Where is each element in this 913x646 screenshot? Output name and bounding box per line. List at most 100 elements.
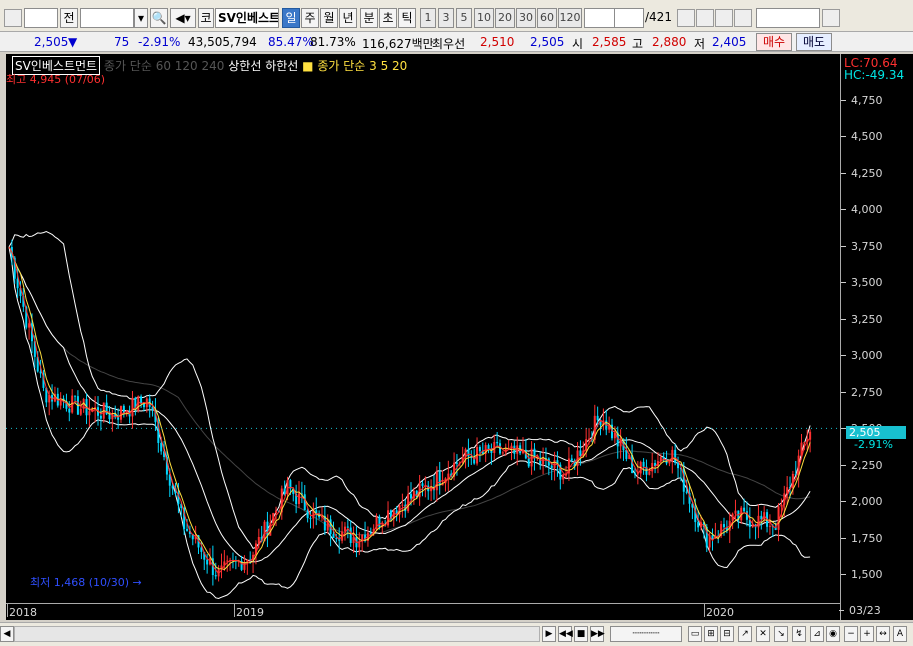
stop-icon[interactable]: ■ [574,626,588,642]
quote-bar: 2,505 ▼ 75 -2.91% 43,505,794 85.47% 81.7… [0,32,913,52]
candle-body [648,471,651,475]
interval-5-button[interactable]: 5 [456,8,472,28]
zoom-out-icon[interactable]: − [844,626,858,642]
candle-body [401,504,404,506]
search-icon[interactable]: 🔍 [150,8,168,28]
tool-3-icon[interactable]: ⊟ [720,626,734,642]
candle-body [642,461,645,467]
font-size-icon[interactable]: A [893,626,907,642]
open-price: 2,585 [592,35,627,49]
fib-icon[interactable]: ↘ [774,626,788,642]
sound-icon[interactable]: ◀▾ [170,8,196,28]
stock-name-field[interactable]: SV인베스트 [215,8,279,28]
fast-forward-icon[interactable]: ▶▶ [590,626,605,642]
trade-amount: 116,627백만 [362,37,434,51]
date-axis[interactable]: 2018 2019 2020 [6,603,840,620]
price-tick-label: 3,750 [841,239,883,253]
period-year-button[interactable]: 년 [339,8,357,28]
market-type-label: 주 [30,11,42,25]
candle-body [378,516,381,528]
candle-body [275,510,278,514]
candle-body [283,488,286,495]
legend-ma: ■ 종가 단순 3 5 20 [302,59,408,73]
candle-body [410,494,412,499]
zoom-in-icon[interactable]: + [860,626,874,642]
period-minute-button[interactable]: 분 [360,8,378,28]
tool-2-icon[interactable]: ⊞ [704,626,718,642]
grid-icon[interactable] [677,9,695,27]
tool-1-icon[interactable]: ▭ [688,626,702,642]
interval-30-button[interactable]: 30 [516,8,536,28]
interval-20-button[interactable]: 20 [495,8,515,28]
zoom-slider[interactable]: ┄┄┄┄┄ [610,626,682,642]
count-input[interactable]: 421 [614,8,644,28]
best-ask: 2,510 [480,35,515,49]
code-dropdown-icon[interactable]: ▾ [134,8,148,28]
interval-1-button[interactable]: 1 [420,8,436,28]
candle-body [501,452,504,454]
period-second-button[interactable]: 초 [379,8,397,28]
period-tick-button[interactable]: 틱 [398,8,416,28]
date-input[interactable]: 2020/03/23 [756,8,820,28]
cross-line-icon[interactable]: ✕ [756,626,770,642]
candle-body [387,510,390,526]
candle-body [542,458,545,465]
all-time-low-marker: 최저 1,468 (10/30) → [30,576,142,589]
interval-3-button[interactable]: 3 [438,8,454,28]
candle-body [119,405,122,420]
down-arrow-icon: ▼ [68,35,78,49]
calendar-icon[interactable] [822,9,840,27]
price-chart[interactable]: SV인베스트먼트 종가 단순 60 120 240 상한선 하한선 ■ 종가 단… [6,54,913,620]
candle-body [343,526,346,532]
candle-body [550,465,553,468]
camera-icon[interactable]: ◉ [826,626,840,642]
candle-body [421,483,424,486]
period-month-button[interactable]: 월 [320,8,338,28]
gear-icon[interactable] [734,9,752,27]
candle-body [88,411,91,416]
trend-line-icon[interactable]: ↗ [738,626,752,642]
window-icon[interactable] [4,9,22,27]
candle-body [349,527,352,544]
candle-body [685,491,688,493]
candle-body [306,510,309,519]
candle-body [335,537,338,539]
period-week-button[interactable]: 주 [301,8,319,28]
date-tick-label: 2020 [704,603,734,619]
legend-ma-hidden-label: 종가 단순 [103,59,156,73]
rewind-icon[interactable]: ◀◀ [558,626,573,642]
buy-button[interactable]: 매수 [756,33,792,51]
shape-icon[interactable]: ⊿ [810,626,824,642]
scroll-left-icon[interactable]: ◀ [0,626,14,642]
prev-button[interactable]: 전 [60,8,78,28]
market-type-select[interactable]: 주 ▾ [24,8,58,28]
candle-body [171,485,174,489]
sell-button[interactable]: 매도 [796,33,832,51]
candle-body [298,493,301,505]
code-type-button[interactable]: 코 [198,8,214,28]
candlestick-plot[interactable] [6,54,840,603]
candle-body [711,535,714,539]
candle-body [757,515,760,528]
stock-code-input[interactable]: 289080 [80,8,134,28]
high-label: 고 [632,37,644,51]
date-tick-label: 2018 [7,603,37,619]
candle-body [496,441,499,444]
interval-10-button[interactable]: 10 [474,8,494,28]
high-price: 2,880 [652,35,687,49]
period-day-button[interactable]: 일 [282,8,300,28]
last-date-label: 03/23 [839,604,881,617]
chart-scrollbar[interactable] [14,626,540,642]
price-axis[interactable]: 4,750 4,500 4,250 4,000 3,750 3,500 3,250 3,000… [839,54,913,620]
date-tick-label: 2019 [234,603,264,619]
scroll-right-icon[interactable]: ▶ [542,626,556,642]
wave-icon[interactable]: ↯ [792,626,806,642]
interval-120-button[interactable]: 120 [558,8,582,28]
settings-arrows-icon[interactable]: ↔ [876,626,890,642]
interval-60-button[interactable]: 60 [537,8,557,28]
candle-body [68,408,71,413]
add-chart-icon[interactable] [696,9,714,27]
candle-body [455,462,458,464]
save-icon[interactable] [715,9,733,27]
candle-body [633,472,636,475]
